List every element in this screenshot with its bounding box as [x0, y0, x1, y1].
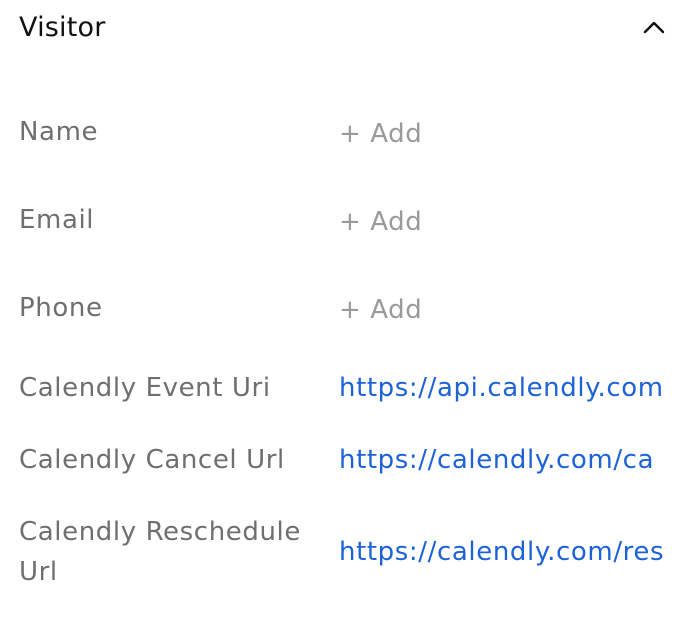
- section-title: Visitor: [19, 12, 106, 43]
- visitor-panel: Visitor Name + Add Email + Add Phone + A…: [0, 0, 684, 620]
- field-label-reschedule-url-line1: Calendly Reschedule: [19, 517, 301, 547]
- chevron-up-icon[interactable]: [641, 14, 667, 40]
- add-phone-button[interactable]: + Add: [339, 290, 667, 330]
- field-row-email: Email + Add: [19, 200, 667, 244]
- field-label-email: Email: [19, 205, 95, 235]
- field-row-event-uri: Calendly Event Uri https://api.calendly.…: [19, 368, 667, 412]
- add-name-button[interactable]: + Add: [339, 114, 667, 154]
- reschedule-url-link[interactable]: https://calendly.com/res: [339, 532, 667, 572]
- field-label-cancel-url: Calendly Cancel Url: [19, 445, 285, 475]
- field-label-phone: Phone: [19, 293, 103, 323]
- field-row-phone: Phone + Add: [19, 288, 667, 332]
- field-label-reschedule-url: Calendly Reschedule Url: [19, 512, 319, 592]
- field-row-reschedule-url: Calendly Reschedule Url https://calendly…: [19, 512, 667, 596]
- field-label-event-uri: Calendly Event Uri: [19, 373, 271, 403]
- add-email-button[interactable]: + Add: [339, 202, 667, 242]
- event-uri-link[interactable]: https://api.calendly.com: [339, 368, 667, 408]
- visitor-section-header[interactable]: Visitor: [19, 0, 667, 58]
- field-label-reschedule-url-line2: Url: [19, 557, 58, 587]
- field-row-cancel-url: Calendly Cancel Url https://calendly.com…: [19, 440, 667, 484]
- field-row-name: Name + Add: [19, 112, 667, 156]
- cancel-url-link[interactable]: https://calendly.com/ca: [339, 440, 667, 480]
- field-label-name: Name: [19, 117, 99, 147]
